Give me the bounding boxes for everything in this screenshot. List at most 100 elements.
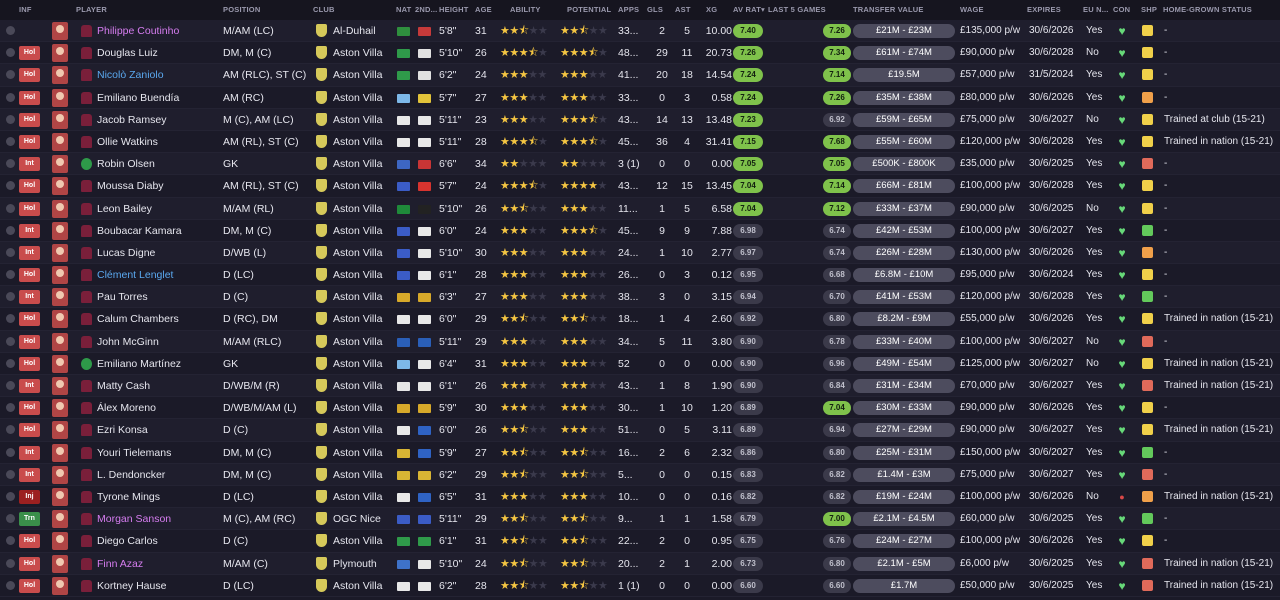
club-name-link[interactable]: Aston Villa	[333, 331, 393, 353]
player-name-link[interactable]: Philippe Coutinho	[97, 20, 213, 42]
player-name-link[interactable]: Matty Cash	[97, 375, 213, 397]
row-select-checkbox[interactable]	[6, 270, 15, 280]
player-name-link[interactable]: Clément Lenglet	[97, 264, 213, 286]
row-select-checkbox[interactable]	[6, 247, 15, 257]
row-select-checkbox[interactable]	[6, 491, 15, 501]
player-name-link[interactable]: Tyrone Mings	[97, 486, 213, 508]
table-row[interactable]: Int Robin Olsen GK Aston Villa 6'6" 34 ★★★★★ ★★…	[0, 153, 1280, 176]
row-select-checkbox[interactable]	[6, 225, 15, 235]
col-last5[interactable]: LAST 5 GAMES	[768, 5, 826, 14]
player-name-link[interactable]: Nicolò Zaniolo	[97, 64, 213, 86]
table-row[interactable]: Int Pau Torres D (C) Aston Villa 6'3" 27 ★★★★★…	[0, 286, 1280, 309]
player-name-link[interactable]: Boubacar Kamara	[97, 220, 213, 242]
table-row[interactable]: Hol Moussa Diaby AM (RL), ST (C) Aston Vill…	[0, 175, 1280, 198]
table-row[interactable]: Hol Kortney Hause D (LC) Aston Villa 6'2" 28 ★…	[0, 574, 1280, 597]
table-row[interactable]: Hol Leon Bailey M/AM (RL) Aston Villa 5'10" 2…	[0, 197, 1280, 220]
player-name-link[interactable]: Youri Tielemans	[97, 442, 213, 464]
club-name-link[interactable]: Aston Villa	[333, 397, 393, 419]
table-row[interactable]: Int Matty Cash D/WB/M (R) Aston Villa 6'1" 26…	[0, 375, 1280, 398]
row-select-checkbox[interactable]	[6, 48, 15, 58]
col-shp[interactable]: SHP	[1141, 5, 1157, 14]
table-row[interactable]: Int Youri Tielemans DM, M (C) Aston Villa 5'…	[0, 441, 1280, 464]
row-select-checkbox[interactable]	[6, 469, 15, 479]
club-name-link[interactable]: Aston Villa	[333, 486, 393, 508]
club-name-link[interactable]: Aston Villa	[333, 375, 393, 397]
club-name-link[interactable]: OGC Nice	[333, 508, 393, 530]
col-con[interactable]: CON	[1113, 5, 1130, 14]
table-row[interactable]: Hol Ollie Watkins AM (RL), ST (C) Aston Vil…	[0, 130, 1280, 154]
player-name-link[interactable]: Finn Azaz	[97, 553, 213, 575]
row-select-checkbox[interactable]	[6, 292, 15, 302]
row-select-checkbox[interactable]	[6, 314, 15, 324]
table-row[interactable]: Hol Nicolò Zaniolo AM (RLC), ST (C) Aston V…	[0, 64, 1280, 87]
table-row[interactable]: Int Lucas Digne D/WB (L) Aston Villa 5'10" 30…	[0, 241, 1280, 265]
table-row[interactable]: Int Boubacar Kamara DM, M (C) Aston Villa 6'…	[0, 219, 1280, 242]
col-ability[interactable]: ABILITY	[510, 5, 541, 14]
row-select-checkbox[interactable]	[6, 136, 15, 146]
row-select-checkbox[interactable]	[6, 580, 15, 590]
col-home-grown[interactable]: HOME-GROWN STATUS	[1163, 5, 1252, 14]
club-name-link[interactable]: Aston Villa	[333, 153, 393, 175]
club-name-link[interactable]: Aston Villa	[333, 308, 393, 330]
club-name-link[interactable]: Aston Villa	[333, 220, 393, 242]
table-row[interactable]: Inj Tyrone Mings D (LC) Aston Villa 6'5" 31 ★★…	[0, 485, 1280, 509]
table-row[interactable]: Philippe Coutinho M/AM (LC) Al-Duhail 5'8" 3…	[0, 20, 1280, 43]
club-name-link[interactable]: Aston Villa	[333, 419, 393, 441]
row-select-checkbox[interactable]	[6, 358, 15, 368]
row-select-checkbox[interactable]	[6, 181, 15, 191]
row-select-checkbox[interactable]	[6, 92, 15, 102]
player-name-link[interactable]: L. Dendoncker	[97, 464, 213, 486]
row-select-checkbox[interactable]	[6, 26, 15, 35]
row-select-checkbox[interactable]	[6, 536, 15, 546]
table-row[interactable]: Trn Morgan Sanson M (C), AM (RC) OGC Nice 5'…	[0, 508, 1280, 531]
player-name-link[interactable]: Robin Olsen	[97, 153, 213, 175]
club-name-link[interactable]: Aston Villa	[333, 42, 393, 64]
player-name-link[interactable]: Jacob Ramsey	[97, 109, 213, 131]
player-name-link[interactable]: Diego Carlos	[97, 530, 213, 552]
table-row[interactable]: Int L. Dendoncker DM, M (C) Aston Villa 6'2"…	[0, 463, 1280, 486]
player-name-link[interactable]: Ezri Konsa	[97, 419, 213, 441]
player-name-link[interactable]: Moussa Diaby	[97, 175, 213, 197]
col-age[interactable]: AGE	[475, 5, 492, 14]
col-apps[interactable]: APPS	[618, 5, 639, 14]
club-name-link[interactable]: Al-Duhail	[333, 20, 393, 42]
club-name-link[interactable]: Aston Villa	[333, 131, 393, 153]
col-nat2[interactable]: 2ND...	[415, 5, 437, 14]
table-row[interactable]: Hol John McGinn M/AM (RLC) Aston Villa 5'11"…	[0, 330, 1280, 353]
table-row[interactable]: Hol Calum Chambers D (RC), DM Aston Villa 6'…	[0, 308, 1280, 331]
player-name-link[interactable]: Pau Torres	[97, 286, 213, 308]
player-name-link[interactable]: Douglas Luiz	[97, 42, 213, 64]
player-name-link[interactable]: Lucas Digne	[97, 242, 213, 264]
row-select-checkbox[interactable]	[6, 514, 15, 524]
club-name-link[interactable]: Aston Villa	[333, 575, 393, 597]
player-name-link[interactable]: Kortney Hause	[97, 575, 213, 597]
club-name-link[interactable]: Aston Villa	[333, 64, 393, 86]
club-name-link[interactable]: Aston Villa	[333, 464, 393, 486]
row-select-checkbox[interactable]	[6, 203, 15, 213]
club-name-link[interactable]: Aston Villa	[333, 264, 393, 286]
col-inf[interactable]: INF	[19, 5, 32, 14]
col-expires[interactable]: EXPIRES	[1027, 5, 1061, 14]
row-select-checkbox[interactable]	[6, 381, 15, 390]
table-row[interactable]: Hol Jacob Ramsey M (C), AM (LC) Aston Villa…	[0, 108, 1280, 131]
row-select-checkbox[interactable]	[6, 336, 15, 346]
club-name-link[interactable]: Aston Villa	[333, 87, 393, 109]
row-select-checkbox[interactable]	[6, 114, 15, 124]
club-name-link[interactable]: Aston Villa	[333, 442, 393, 464]
table-row[interactable]: Hol Douglas Luiz DM, M (C) Aston Villa 5'10"…	[0, 42, 1280, 65]
club-name-link[interactable]: Aston Villa	[333, 530, 393, 552]
col-nat[interactable]: NAT	[396, 5, 411, 14]
club-name-link[interactable]: Aston Villa	[333, 109, 393, 131]
col-wage[interactable]: WAGE	[960, 5, 984, 14]
table-row[interactable]: Hol Diego Carlos D (C) Aston Villa 6'1" 31 ★★⯪…	[0, 530, 1280, 553]
player-name-link[interactable]: Álex Moreno	[97, 397, 213, 419]
table-row[interactable]: Hol Ezri Konsa D (C) Aston Villa 6'0" 26 ★★⯪★★…	[0, 419, 1280, 442]
col-ast[interactable]: AST	[675, 5, 691, 14]
club-name-link[interactable]: Aston Villa	[333, 198, 393, 220]
col-transfer-value[interactable]: TRANSFER VALUE	[853, 5, 924, 14]
row-select-checkbox[interactable]	[6, 70, 15, 80]
club-name-link[interactable]: Aston Villa	[333, 353, 393, 375]
row-select-checkbox[interactable]	[6, 159, 15, 169]
row-select-checkbox[interactable]	[6, 558, 15, 568]
player-name-link[interactable]: Emiliano Martínez	[97, 353, 213, 375]
